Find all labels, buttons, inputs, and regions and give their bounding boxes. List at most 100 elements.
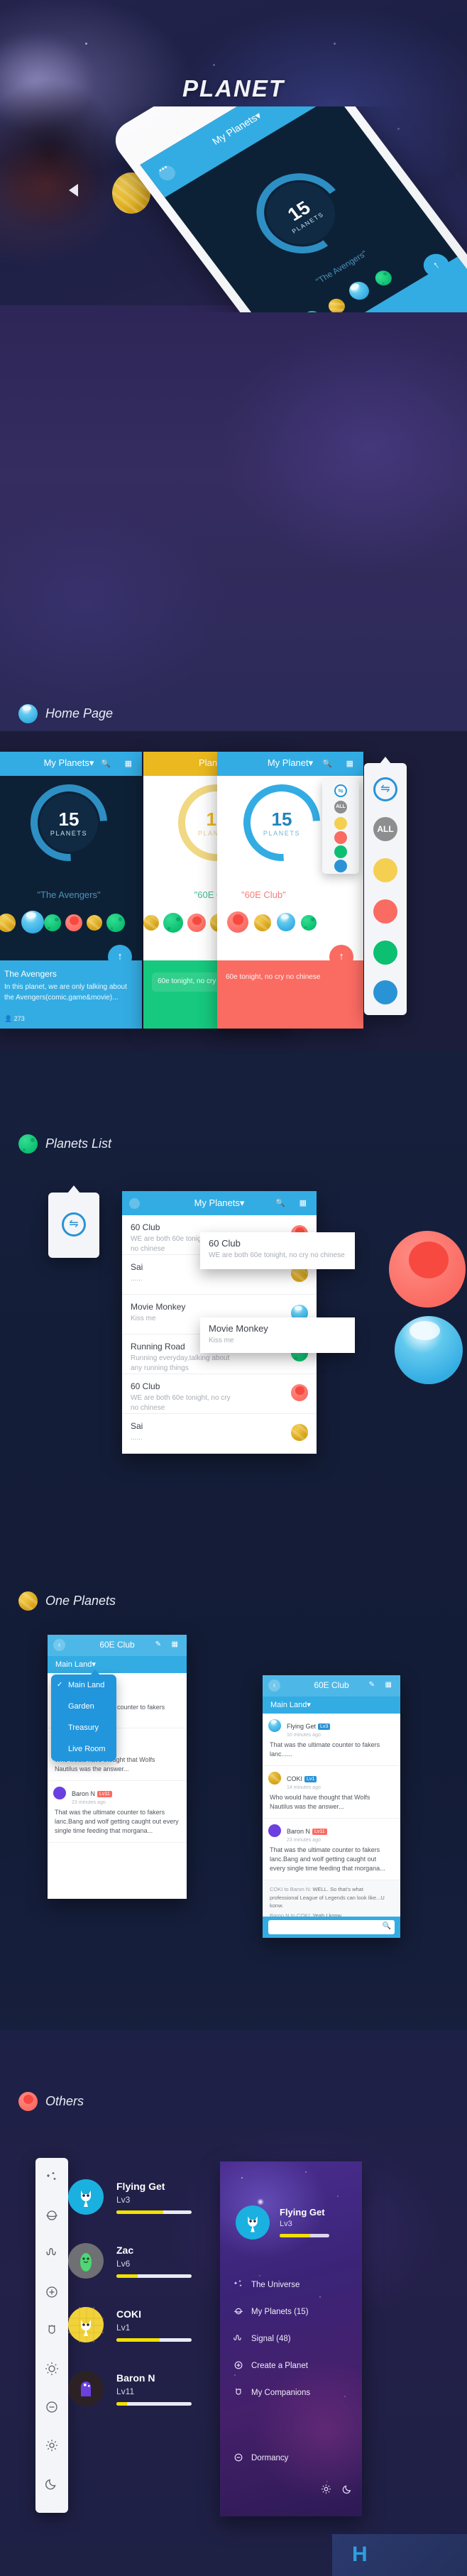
moon-icon[interactable]	[341, 2483, 353, 2495]
swap-tooltip[interactable]: ⇋	[48, 1185, 99, 1258]
filter-yellow[interactable]	[373, 858, 397, 882]
search-icon[interactable]: 🔍	[275, 1198, 285, 1207]
mini-planet[interactable]	[163, 913, 183, 933]
edit-icon[interactable]: ✎	[155, 1640, 161, 1648]
list-item-title: Movie Monkey	[209, 1323, 268, 1334]
highlight-card-movie-monkey[interactable]: Movie Monkey Kiss me	[200, 1317, 355, 1353]
mini-planet[interactable]	[277, 913, 295, 931]
mini-planet[interactable]	[345, 278, 373, 304]
grid-icon[interactable]: ▦	[300, 1198, 307, 1207]
avatar[interactable]	[236, 2205, 270, 2240]
app-bar-title[interactable]: My Planet▾	[217, 757, 363, 769]
highlight-card-60-club[interactable]: 60 Club WE are both 60e tonight, no cry …	[200, 1232, 355, 1269]
list-item[interactable]: Flying Get Lv3	[68, 2172, 210, 2236]
chat-message[interactable]: Baron N Lv11 23 minutes ago That was the …	[48, 1781, 187, 1843]
list-item[interactable]: Sai ......	[122, 1414, 317, 1454]
mini-planet[interactable]	[21, 911, 44, 933]
list-item-subtitle: ......	[131, 1434, 143, 1442]
sparkle-icon[interactable]	[35, 2161, 68, 2193]
mini-planet[interactable]	[254, 914, 271, 931]
filter-blue[interactable]	[373, 980, 397, 1004]
planet-icon[interactable]	[35, 2199, 68, 2232]
signal-icon[interactable]	[35, 2237, 68, 2270]
mini-planet[interactable]	[44, 914, 61, 931]
list-item[interactable]: Baron N Lv11	[68, 2364, 210, 2428]
featured-planet-card[interactable]: 60e tonight, no cry no chinese	[217, 960, 363, 1029]
filter-blue[interactable]	[334, 860, 347, 872]
search-icon[interactable]: 🔍	[383, 1922, 391, 1930]
home-screen-dark: My Planets▾ 🔍 ▦ 15 PLANETS "The Avengers…	[0, 752, 142, 1029]
moon-icon[interactable]	[35, 2467, 68, 2500]
plus-circle-icon[interactable]	[35, 2276, 68, 2308]
app-bar: ‹ 60E Club ✎ ▦	[48, 1635, 187, 1656]
mini-planet[interactable]	[87, 915, 102, 931]
edit-icon[interactable]: ✎	[369, 1681, 375, 1689]
mini-planet[interactable]	[143, 915, 159, 931]
menu-item-live-room[interactable]: Live Room	[51, 1738, 116, 1760]
filter-green[interactable]	[334, 845, 347, 858]
drawer-item-create-a-planet[interactable]: Create a Planet	[234, 2361, 308, 2370]
message-input-bar[interactable]: 🔍	[263, 1917, 400, 1938]
message-input-field[interactable]: 🔍	[268, 1920, 395, 1934]
filter-all-button[interactable]: ALL	[334, 801, 347, 813]
filter-green[interactable]	[373, 941, 397, 965]
chat-message[interactable]: Flying GetLv3 10 minutes ago That was th…	[263, 1714, 400, 1767]
timestamp: 14 minutes ago	[287, 1785, 321, 1791]
land-selector[interactable]: Main Land▾	[263, 1697, 400, 1714]
swap-icon[interactable]: ⇋	[334, 784, 347, 797]
planet-filter-panel[interactable]: ⇋ ALL	[364, 757, 407, 1015]
check-icon: ✓	[57, 1681, 63, 1689]
app-bar-title[interactable]: My Planets▾	[122, 1197, 317, 1209]
filter-all-button[interactable]: ALL	[373, 817, 397, 841]
grid-dots-icon[interactable]: ▦	[346, 759, 353, 768]
drawer-item-my-companions[interactable]: My Companions	[235, 2388, 310, 2397]
chat-reply-thread[interactable]: COKI to Baron N: WELL. So that's what pr…	[263, 1880, 400, 1917]
mini-planet[interactable]	[301, 915, 317, 931]
grid-icon[interactable]: ▦	[172, 1640, 178, 1648]
mini-planet[interactable]	[325, 295, 348, 312]
companion-icon[interactable]	[35, 2314, 68, 2347]
mini-planet[interactable]	[106, 914, 125, 932]
search-icon[interactable]: 🔍	[322, 759, 332, 768]
app-bar-title[interactable]: My Planets▾	[0, 757, 142, 769]
swap-icon[interactable]: ⇋	[373, 777, 397, 801]
gear-icon[interactable]	[35, 2429, 68, 2462]
grid-icon[interactable]: ▦	[385, 1681, 392, 1689]
list-item[interactable]: Zac Lv6	[68, 2236, 210, 2300]
mini-planet[interactable]	[372, 268, 395, 289]
mini-planet[interactable]	[187, 914, 206, 932]
search-icon[interactable]: 🔍	[101, 759, 111, 768]
menu-item-garden[interactable]: Garden	[51, 1696, 116, 1717]
grid-icon[interactable]: ▦	[125, 759, 132, 768]
home-screen-light: My Planet▾ 🔍 ▦ 15 PLANETS "60E Club" ⇋ A…	[217, 752, 363, 1029]
gear-icon[interactable]	[320, 2483, 332, 2495]
sun-icon[interactable]	[35, 2352, 68, 2385]
menu-item-main-land[interactable]: ✓ Main Land	[51, 1675, 116, 1696]
featured-planet-card[interactable]: The Avengers In this planet, we are only…	[0, 960, 142, 1029]
land-selector[interactable]: Main Land▾	[48, 1656, 187, 1673]
chat-message[interactable]: Baron N Lv11 23 minutes ago That was the …	[263, 1819, 400, 1881]
swap-icon[interactable]: ⇋	[62, 1212, 86, 1237]
drawer-item-signal[interactable]: Signal (48)	[234, 2335, 291, 2343]
icon-toolbar[interactable]	[35, 2158, 68, 2513]
mini-planet[interactable]	[227, 911, 248, 933]
list-item[interactable]: 60 Club WE are both 60e tonight, no cry …	[122, 1374, 317, 1414]
chat-message[interactable]: COKILv1 14 minutes ago Who would have th…	[263, 1766, 400, 1819]
filter-yellow[interactable]	[334, 817, 347, 830]
planet-filter-dropdown[interactable]: ⇋ ALL	[322, 779, 359, 874]
filter-red[interactable]	[373, 899, 397, 923]
drawer-item-my-planets[interactable]: My Planets (15)	[234, 2308, 309, 2316]
list-item[interactable]: COKI Lv1	[68, 2300, 210, 2364]
mini-planet[interactable]	[65, 914, 82, 931]
avatar	[291, 1424, 308, 1441]
fire-planet-icon	[18, 2092, 38, 2111]
mini-planet[interactable]	[300, 307, 325, 312]
mini-planet[interactable]	[0, 914, 16, 932]
menu-item-treasury[interactable]: Treasury	[51, 1717, 116, 1738]
filter-red[interactable]	[334, 831, 347, 844]
drawer-item-the-universe[interactable]: The Universe	[234, 2280, 300, 2289]
land-dropdown-menu[interactable]: ✓ Main Land Garden Treasury Live Room	[51, 1670, 116, 1761]
chevron-down-icon: ▾	[308, 757, 314, 768]
drawer-item-dormancy[interactable]: Dormancy	[234, 2453, 288, 2462]
minus-circle-icon[interactable]	[35, 2391, 68, 2423]
